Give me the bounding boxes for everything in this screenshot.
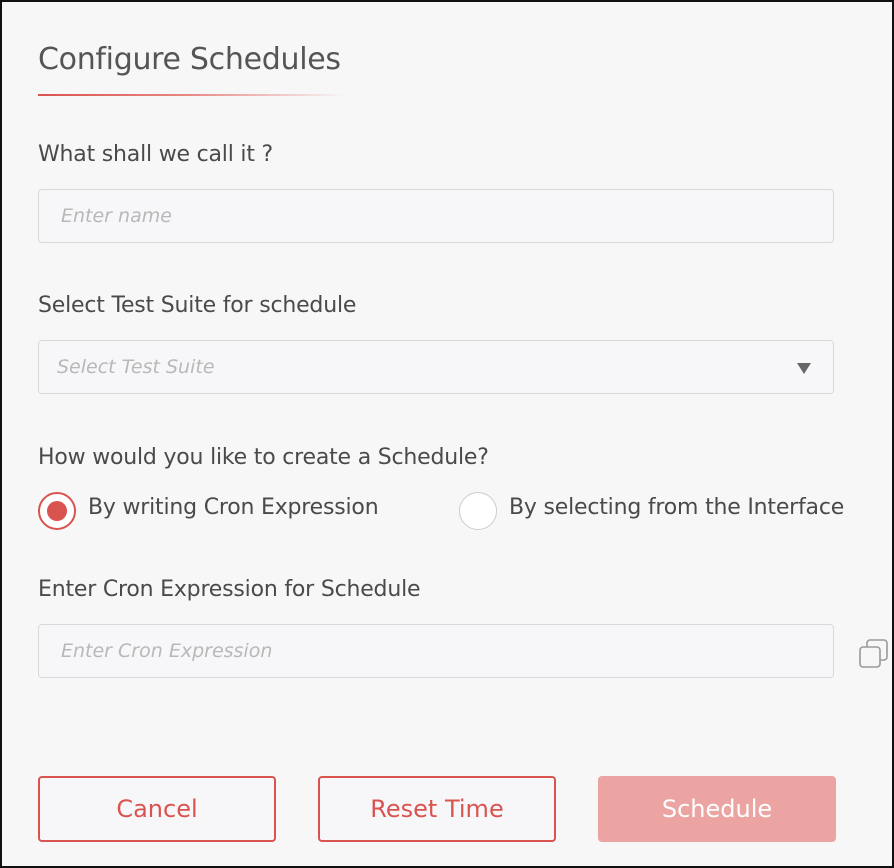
radio-interface-label[interactable]: By selecting from the Interface [509,495,844,520]
cancel-button[interactable]: Cancel [38,776,276,842]
schedule-mode-label: How would you like to create a Schedule? [38,445,489,470]
name-input[interactable] [39,190,833,242]
radio-selected-dot [47,501,67,521]
copy-icon[interactable] [858,638,890,670]
test-suite-label: Select Test Suite for schedule [38,293,357,318]
reset-time-button[interactable]: Reset Time [318,776,556,842]
radio-cron-expression-label[interactable]: By writing Cron Expression [88,495,379,520]
name-label: What shall we call it ? [38,142,274,167]
test-suite-select[interactable]: Select Test Suite [38,340,834,394]
configure-schedules-dialog: Configure Schedules What shall we call i… [0,0,894,868]
schedule-button[interactable]: Schedule [598,776,836,842]
title-underline [38,94,346,96]
cron-expression-input[interactable] [39,625,833,677]
cron-field[interactable] [38,624,834,678]
test-suite-placeholder: Select Test Suite [57,356,215,378]
caret-down-icon [797,363,811,374]
dialog-title: Configure Schedules [38,42,341,77]
radio-cron-expression[interactable] [38,492,76,530]
radio-interface[interactable] [459,492,497,530]
cron-label: Enter Cron Expression for Schedule [38,577,421,602]
name-field[interactable] [38,189,834,243]
